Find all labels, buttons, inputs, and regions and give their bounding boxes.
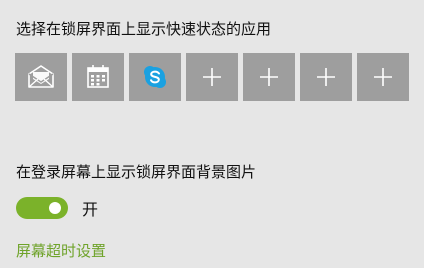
toggle-knob <box>49 202 61 214</box>
plus-icon <box>374 68 392 86</box>
mail-app-tile[interactable] <box>15 53 67 101</box>
calendar-icon <box>87 65 109 88</box>
signin-background-toggle[interactable] <box>16 197 68 219</box>
signin-background-toggle-row: 开 <box>16 197 98 219</box>
add-app-tile[interactable] <box>357 53 409 101</box>
screen-timeout-settings-link[interactable]: 屏幕超时设置 <box>16 241 106 261</box>
toggle-state-label: 开 <box>82 200 99 219</box>
skype-app-tile[interactable] <box>129 53 181 101</box>
add-app-tile[interactable] <box>300 53 352 101</box>
skype-icon <box>144 66 166 88</box>
plus-icon <box>317 68 335 86</box>
signin-background-title: 在登录屏幕上显示锁屏界面背景图片 <box>16 163 257 181</box>
mail-icon <box>28 65 54 88</box>
quick-status-tiles <box>15 53 409 101</box>
calendar-app-tile[interactable] <box>72 53 124 101</box>
plus-icon <box>203 68 221 86</box>
add-app-tile[interactable] <box>243 53 295 101</box>
add-app-tile[interactable] <box>186 53 238 101</box>
plus-icon <box>260 68 278 86</box>
quick-status-title: 选择在锁屏界面上显示快速状态的应用 <box>16 20 272 38</box>
